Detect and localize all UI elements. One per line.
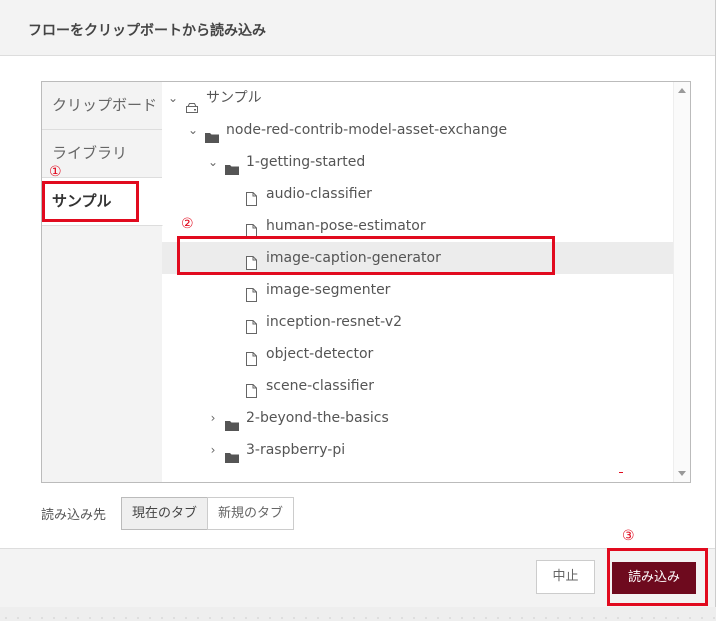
folder-icon — [225, 443, 239, 475]
tree-label: node-red-contrib-model-asset-exchange — [226, 122, 508, 138]
tree-label: サンプル — [206, 90, 262, 106]
tab-spacer — [42, 226, 162, 482]
tree-label: 2-beyond-the-basics — [246, 410, 389, 426]
chevron-right-icon[interactable]: › — [206, 402, 220, 434]
tree-row-file[interactable]: human-pose-estimator — [162, 210, 674, 242]
dialog-titlebar: フローをクリップボートから読み込み — [0, 0, 715, 56]
scroll-down-icon[interactable] — [678, 471, 686, 476]
tree-row-package[interactable]: ⌄ node-red-contrib-model-asset-exchange — [162, 114, 674, 146]
tree-label: human-pose-estimator — [266, 218, 426, 234]
current-tab-option[interactable]: 現在のタブ — [121, 497, 208, 530]
chevron-right-icon[interactable]: › — [206, 434, 220, 466]
tree-label: image-caption-generator — [266, 250, 441, 266]
tree-row-file[interactable]: object-detector — [162, 338, 674, 370]
destination-label: 読み込み先 — [41, 508, 107, 523]
examples-tree: ⌄ サンプル ⌄ node-red-contrib-model-asset-ex… — [162, 82, 674, 482]
dialog-title: フローをクリップボートから読み込み — [28, 23, 266, 39]
dialog-footer — [0, 548, 715, 607]
tree-row-file-selected[interactable]: image-caption-generator — [162, 242, 674, 274]
import-panel: クリップボード ライブラリ サンプル ⌄ サンプル ⌄ node-red-con… — [41, 81, 691, 483]
tree-row-root[interactable]: ⌄ サンプル — [162, 82, 674, 114]
tree-scrollbar[interactable] — [673, 82, 690, 482]
tree-row-folder[interactable]: ⌄ 1-getting-started — [162, 146, 674, 178]
tree-label: object-detector — [266, 346, 374, 362]
tree-row-folder[interactable]: › 3-raspberry-pi — [162, 434, 674, 466]
tree-label: inception-resnet-v2 — [266, 314, 403, 330]
step-marker-2: ② — [181, 216, 194, 232]
tree-row-file[interactable]: image-segmenter — [162, 274, 674, 306]
source-tabs: クリップボード ライブラリ サンプル — [42, 82, 163, 482]
tree-label: image-segmenter — [266, 282, 391, 298]
scroll-up-icon[interactable] — [678, 88, 686, 93]
tree-label: audio-classifier — [266, 186, 372, 202]
step-marker-1: ① — [49, 164, 62, 180]
import-button[interactable]: 読み込み — [612, 562, 696, 594]
tree-label: scene-classifier — [266, 378, 374, 394]
tree-row-file[interactable]: inception-resnet-v2 — [162, 306, 674, 338]
chevron-down-icon[interactable]: ⌄ — [166, 82, 180, 114]
step-marker-3: ③ — [622, 528, 635, 544]
tab-examples[interactable]: サンプル — [42, 178, 163, 226]
new-tab-option[interactable]: 新規のタブ — [207, 497, 294, 530]
cancel-button[interactable]: 中止 — [536, 560, 595, 594]
chevron-down-icon[interactable]: ⌄ — [186, 114, 200, 146]
tab-clipboard[interactable]: クリップボード — [42, 82, 162, 130]
tree-label: 1-getting-started — [246, 154, 366, 170]
import-dialog: フローをクリップボートから読み込み クリップボード ライブラリ サンプル ⌄ サ… — [0, 0, 716, 607]
annotation-tick — [619, 472, 623, 473]
tree-row-file[interactable]: scene-classifier — [162, 370, 674, 402]
tree-row-file[interactable]: audio-classifier — [162, 178, 674, 210]
tree-row-folder[interactable]: › 2-beyond-the-basics — [162, 402, 674, 434]
chevron-down-icon[interactable]: ⌄ — [206, 146, 220, 178]
tree-label: 3-raspberry-pi — [246, 442, 346, 458]
